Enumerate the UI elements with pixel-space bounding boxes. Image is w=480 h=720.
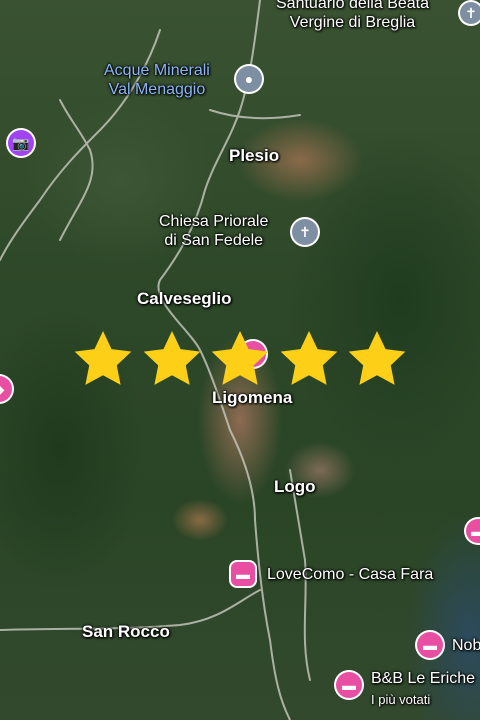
- bed-icon[interactable]: ▬: [231, 562, 255, 586]
- star-icon: [280, 330, 337, 385]
- star-icon: [211, 330, 269, 385]
- place-label-nob[interactable]: Nob: [452, 636, 480, 655]
- place-sublabel-top-rated: I più votati: [371, 692, 431, 707]
- place-label-plesio[interactable]: Plesio: [229, 146, 279, 166]
- bed-icon[interactable]: ▬: [336, 672, 362, 698]
- cross-icon[interactable]: ✝: [292, 219, 318, 245]
- place-label-chiesa-priorale[interactable]: Chiesa Priorale di San Fedele: [159, 212, 268, 250]
- star-icon: [74, 330, 132, 385]
- cross-icon[interactable]: ✝: [460, 2, 480, 24]
- star-rating: [70, 326, 410, 396]
- camera-icon[interactable]: 📷: [8, 130, 34, 156]
- place-label-santuario[interactable]: Santuario della Beata Vergine di Breglia: [276, 0, 429, 32]
- place-label-bb-le-eriche[interactable]: B&B Le Eriche: [371, 669, 475, 688]
- place-icon[interactable]: ●: [236, 66, 262, 92]
- star-icon: [348, 330, 406, 385]
- place-label-logo[interactable]: Logo: [274, 477, 316, 497]
- bed-icon[interactable]: ▬: [417, 632, 443, 658]
- star-icon: [143, 330, 200, 385]
- place-label-san-rocco[interactable]: San Rocco: [82, 622, 170, 642]
- place-label-calveseglio[interactable]: Calveseglio: [137, 289, 232, 309]
- place-label-acque-minerali[interactable]: Acque Minerali Val Menaggio: [104, 61, 210, 99]
- satellite-map[interactable]: Santuario della Beata Vergine di Breglia…: [0, 0, 480, 720]
- place-label-lovecomo[interactable]: LoveComo - Casa Fara: [267, 565, 433, 584]
